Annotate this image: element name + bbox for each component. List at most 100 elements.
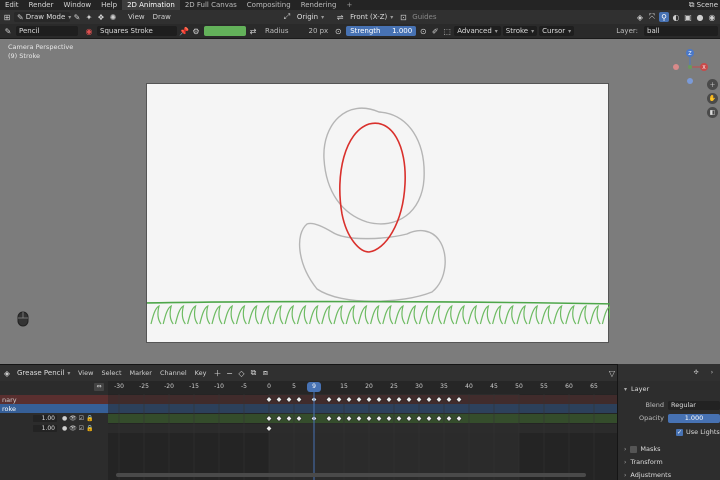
pan-icon[interactable]: ✋ <box>707 93 718 104</box>
blend-dropdown[interactable]: Regular <box>668 401 720 410</box>
filter-icon[interactable]: ▽ <box>607 368 617 378</box>
visibility-icon[interactable]: ◈ <box>635 12 645 22</box>
channel-row[interactable]: 1.00 ● 👁 ☑ 🔒 <box>0 424 108 433</box>
material-field[interactable]: Squares Stroke <box>97 26 177 36</box>
layer-field[interactable]: ball <box>644 26 718 36</box>
transform-section[interactable]: › Transform <box>618 458 720 466</box>
viewport[interactable]: Camera Perspective (9) Stroke Z X ＋ ✋ ◧ <box>0 39 720 364</box>
masks-section[interactable]: › Masks <box>618 445 720 453</box>
radius-value[interactable]: 20 px <box>305 27 331 35</box>
strength-slider[interactable]: Strength 1.000 <box>346 26 417 36</box>
stroke-color-swatch[interactable] <box>204 26 246 36</box>
channel-value[interactable]: 1.00 <box>33 415 57 422</box>
viewport-info: Camera Perspective (9) Stroke <box>8 43 73 61</box>
editor-type-icon[interactable]: ⊞ <box>2 12 12 22</box>
remove-layer-icon[interactable]: − <box>224 368 234 378</box>
ds-menu-key[interactable]: Key <box>191 369 211 377</box>
transform-label: Transform <box>630 458 663 466</box>
channel-icons[interactable]: ● 👁 ☑ 🔒 <box>62 415 93 422</box>
origin-dropdown[interactable]: Origin ▾ <box>294 12 327 22</box>
edit-tool-icon[interactable]: ✦ <box>84 12 94 22</box>
ds-menu-channel[interactable]: Channel <box>156 369 191 377</box>
cursor-label: Cursor <box>542 27 566 35</box>
grass-stroke <box>370 304 382 325</box>
cursor-dropdown[interactable]: Cursor ▾ <box>539 26 575 36</box>
weight-tool-icon[interactable]: ✺ <box>108 12 118 22</box>
brush-icon[interactable]: ✐ <box>430 26 440 36</box>
drawing-strokes <box>142 107 618 325</box>
ds-menu-marker[interactable]: Marker <box>126 369 156 377</box>
editor-type-icon[interactable]: ◈ <box>2 368 12 378</box>
channel-name: roke <box>2 404 17 413</box>
camera-icon[interactable]: ◧ <box>707 107 718 118</box>
drawing-canvas[interactable] <box>142 83 618 343</box>
pin-icon[interactable]: ✣ <box>691 368 701 378</box>
pressure-strength-icon[interactable]: ⊙ <box>418 26 428 36</box>
draw-tool-icon[interactable]: ✎ <box>72 12 82 22</box>
ds-menu-view[interactable]: View <box>74 369 97 377</box>
menu-render[interactable]: Render <box>24 0 59 10</box>
keyframe-type-icon[interactable]: ◇ <box>236 368 246 378</box>
zoom-icon[interactable]: ＋ <box>707 79 718 90</box>
menu-edit[interactable]: Edit <box>0 0 24 10</box>
ds-menu-select[interactable]: Select <box>97 369 125 377</box>
layer-section-header[interactable]: ▾ Layer <box>618 385 720 393</box>
eraser-icon[interactable]: ⬚ <box>442 26 452 36</box>
channel-icons[interactable]: ● 👁 ☑ 🔒 <box>62 425 93 432</box>
tab-2d-animation[interactable]: 2D Animation <box>122 0 180 10</box>
tab-rendering[interactable]: Rendering <box>296 0 342 10</box>
chevron-right-icon[interactable]: › <box>707 368 717 378</box>
tab-compositing[interactable]: Compositing <box>242 0 296 10</box>
mode-dropdown[interactable]: ✎ Draw Mode ▾ <box>14 12 71 22</box>
sculpt-tool-icon[interactable]: ❖ <box>96 12 106 22</box>
overlay-options-icon[interactable]: ◐ <box>671 12 681 22</box>
green-grass-strokes <box>150 304 613 325</box>
pressure-radius-icon[interactable]: ⊙ <box>333 26 343 36</box>
add-workspace-button[interactable]: + <box>341 1 357 9</box>
advanced-dropdown[interactable]: Advanced ▾ <box>454 26 501 36</box>
channel-sync-icon[interactable]: ⇔ <box>94 383 104 391</box>
guides-button[interactable]: Guides <box>408 13 440 21</box>
menu-window[interactable]: Window <box>58 0 96 10</box>
tab-2d-full-canvas[interactable]: 2D Full Canvas <box>180 0 242 10</box>
dopesheet[interactable]: ⇔ nary roke 1.00 ● 👁 ☑ 🔒 1.00 ● 👁 ☑ 🔒 -3… <box>0 381 617 480</box>
channel-row[interactable]: roke <box>0 404 108 413</box>
shading-material-icon[interactable]: ◉ <box>707 12 717 22</box>
channel-row[interactable]: 1.00 ● 👁 ☑ 🔒 <box>0 414 108 423</box>
use-lights-toggle[interactable]: ✓ Use Lights <box>676 428 720 436</box>
grass-stroke <box>492 304 504 325</box>
scene-selector[interactable]: ⧉ Scene <box>685 0 720 10</box>
horizontal-scrollbar <box>116 473 586 477</box>
current-frame-indicator[interactable]: 9 <box>307 382 321 392</box>
swap-color-icon[interactable]: ⇄ <box>248 26 258 36</box>
keyframe-area[interactable] <box>108 381 617 480</box>
dopesheet-mode-dropdown[interactable]: Grease Pencil ▾ <box>14 368 74 378</box>
menu-view[interactable]: View <box>124 13 149 21</box>
adjustments-section[interactable]: › Adjustments <box>618 471 720 479</box>
timeline[interactable]: -30 -25 -20 -15 -10 -5 0 5 15 20 25 30 35 40 45 50 55 60 6… <box>108 381 617 480</box>
guides-icon[interactable]: ⊡ <box>398 12 408 22</box>
navigation-gizmo[interactable]: Z X <box>670 47 710 87</box>
copy-icon[interactable]: ⧉ <box>248 368 258 378</box>
stroke-dropdown[interactable]: Stroke ▾ <box>502 26 538 36</box>
channel-value[interactable]: 1.00 <box>33 425 57 432</box>
brush-field[interactable]: Pencil <box>16 26 78 36</box>
gizmo-toggle-icon[interactable]: ⤧ <box>647 12 657 22</box>
menu-help[interactable]: Help <box>96 0 122 10</box>
menu-draw[interactable]: Draw <box>149 13 175 21</box>
brush-settings-icon[interactable]: ⚙ <box>191 26 201 36</box>
pin-icon[interactable]: 📌 <box>179 26 189 36</box>
pivot-icon[interactable]: ⤢ <box>282 12 292 22</box>
dopesheet-header: ◈ Grease Pencil ▾ View Select Marker Cha… <box>0 364 617 381</box>
paste-icon[interactable]: ⧈ <box>260 368 270 378</box>
view-axis-dropdown[interactable]: Front (X-Z) ▾ <box>347 12 396 22</box>
add-layer-icon[interactable]: ＋ <box>212 368 222 378</box>
mode-label: Draw Mode <box>25 13 66 21</box>
channel-band <box>108 414 617 423</box>
xray-icon[interactable]: ▣ <box>683 12 693 22</box>
overlay-toggle-icon[interactable]: ⚲ <box>659 12 669 22</box>
checkbox-icon[interactable] <box>630 445 638 453</box>
opacity-slider[interactable]: 1.000 <box>668 414 720 423</box>
channel-row[interactable]: nary <box>0 395 108 404</box>
shading-solid-icon[interactable]: ● <box>695 12 705 22</box>
